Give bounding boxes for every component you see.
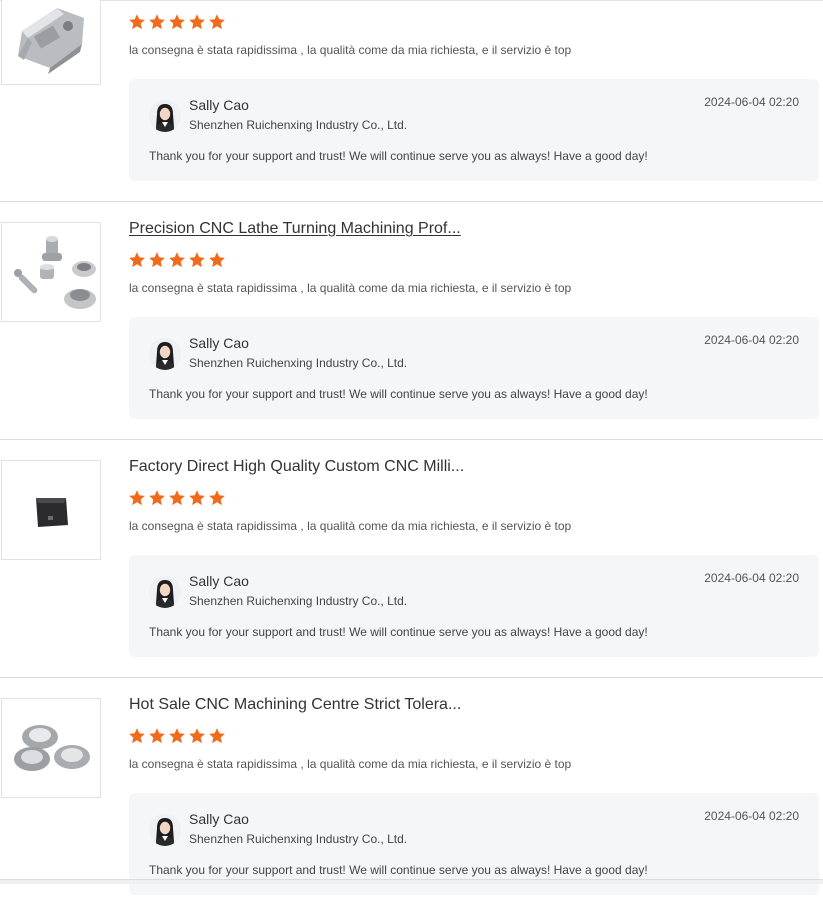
- seller-reply: Sally Cao Shenzhen Ruichenxing Industry …: [129, 555, 819, 657]
- rating-stars: [128, 489, 226, 507]
- reply-text: Thank you for your support and trust! We…: [149, 387, 648, 401]
- product-thumbnail[interactable]: [1, 0, 101, 85]
- product-thumbnail[interactable]: [1, 222, 101, 322]
- reply-date: 2024-06-04 02:20: [704, 571, 799, 585]
- star-icon: [148, 13, 166, 31]
- star-icon: [128, 727, 146, 745]
- reply-company: Shenzhen Ruichenxing Industry Co., Ltd.: [189, 832, 408, 846]
- review-text: la consegna è stata rapidissima , la qua…: [129, 281, 572, 295]
- rating-stars: [128, 251, 226, 269]
- star-icon: [208, 251, 226, 269]
- milled-block-icon: [2, 461, 100, 559]
- reply-date: 2024-06-04 02:20: [704, 95, 799, 109]
- star-icon: [128, 489, 146, 507]
- reply-company: Shenzhen Ruichenxing Industry Co., Ltd.: [189, 118, 408, 132]
- avatar: [149, 814, 181, 846]
- rating-stars: [128, 13, 226, 31]
- star-icon: [168, 727, 186, 745]
- star-icon: [128, 13, 146, 31]
- reply-text: Thank you for your support and trust! We…: [149, 863, 648, 877]
- star-icon: [208, 489, 226, 507]
- person-icon: [149, 338, 181, 370]
- review-text: la consegna è stata rapidissima , la qua…: [129, 519, 572, 533]
- reply-author-name: Sally Cao: [189, 335, 249, 351]
- product-title[interactable]: Hot Sale CNC Machining Centre Strict Tol…: [129, 695, 461, 715]
- star-icon: [128, 251, 146, 269]
- star-icon: [168, 489, 186, 507]
- review-item: la consegna è stata rapidissima , la qua…: [0, 0, 823, 202]
- star-icon: [148, 489, 166, 507]
- reply-company: Shenzhen Ruichenxing Industry Co., Ltd.: [189, 356, 408, 370]
- reply-text: Thank you for your support and trust! We…: [149, 149, 648, 163]
- star-icon: [148, 251, 166, 269]
- star-icon: [208, 13, 226, 31]
- review-item: Factory Direct High Quality Custom CNC M…: [0, 440, 823, 678]
- reply-text: Thank you for your support and trust! We…: [149, 625, 648, 639]
- reply-date: 2024-06-04 02:20: [704, 809, 799, 823]
- person-icon: [149, 576, 181, 608]
- star-icon: [188, 251, 206, 269]
- review-text: la consegna è stata rapidissima , la qua…: [129, 43, 572, 57]
- person-icon: [149, 100, 181, 132]
- reply-company: Shenzhen Ruichenxing Industry Co., Ltd.: [189, 594, 408, 608]
- star-icon: [188, 727, 206, 745]
- reply-author-name: Sally Cao: [189, 573, 249, 589]
- bottom-divider: [0, 879, 823, 884]
- star-icon: [168, 251, 186, 269]
- seller-reply: Sally Cao Shenzhen Ruichenxing Industry …: [129, 79, 819, 181]
- review-item: Precision CNC Lathe Turning Machining Pr…: [0, 202, 823, 440]
- person-icon: [149, 814, 181, 846]
- avatar: [149, 338, 181, 370]
- star-icon: [148, 727, 166, 745]
- product-title-link[interactable]: Precision CNC Lathe Turning Machining Pr…: [129, 219, 461, 239]
- threaded-rings-icon: [2, 699, 100, 797]
- bracket-part-icon: [2, 0, 100, 84]
- rating-stars: [128, 727, 226, 745]
- seller-reply: Sally Cao Shenzhen Ruichenxing Industry …: [129, 317, 819, 419]
- star-icon: [168, 13, 186, 31]
- reply-author-name: Sally Cao: [189, 97, 249, 113]
- review-text: la consegna è stata rapidissima , la qua…: [129, 757, 572, 771]
- avatar: [149, 576, 181, 608]
- star-icon: [208, 727, 226, 745]
- star-icon: [188, 489, 206, 507]
- turned-parts-icon: [2, 223, 100, 321]
- reply-author-name: Sally Cao: [189, 811, 249, 827]
- product-thumbnail[interactable]: [1, 698, 101, 798]
- product-thumbnail[interactable]: [1, 460, 101, 560]
- avatar: [149, 100, 181, 132]
- product-title[interactable]: Factory Direct High Quality Custom CNC M…: [129, 457, 464, 477]
- reply-date: 2024-06-04 02:20: [704, 333, 799, 347]
- star-icon: [188, 13, 206, 31]
